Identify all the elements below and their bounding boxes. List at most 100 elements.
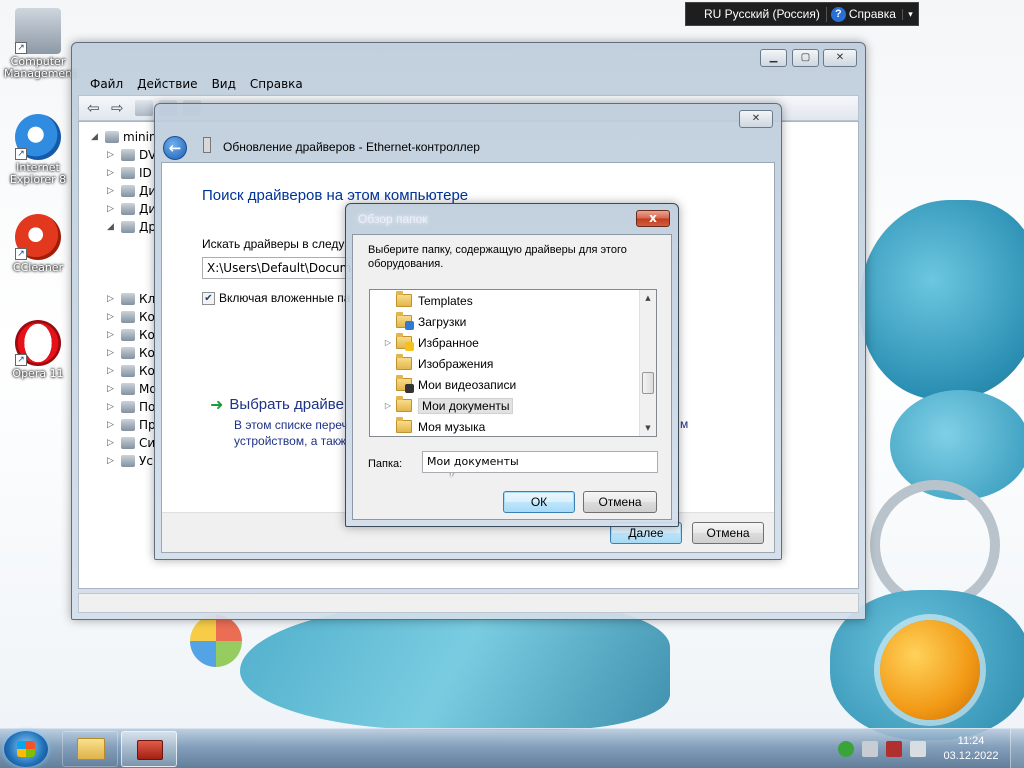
tree-item[interactable]: ▷ Си: [107, 434, 155, 452]
keyboard-icon: [121, 293, 135, 305]
desktop-icon-opera[interactable]: ↗ Opera 11: [4, 320, 72, 380]
include-subfolders-checkbox[interactable]: ✔: [202, 291, 215, 305]
desktop-icon-internet-explorer[interactable]: ↗ Internet Explorer 8: [4, 114, 72, 186]
taskbar-explorer-button[interactable]: [62, 731, 118, 767]
safely-remove-hardware-icon[interactable]: [862, 741, 878, 757]
language-selector[interactable]: RU Русский (Россия): [686, 7, 826, 21]
tree-item[interactable]: ▷ DV: [107, 146, 156, 164]
windows-logo-icon: [17, 741, 35, 757]
menu-action[interactable]: Действие: [137, 77, 197, 91]
tree-item[interactable]: ▷ Ко: [107, 326, 155, 344]
network-disconnected-icon[interactable]: [886, 741, 902, 757]
expand-arrow-icon[interactable]: ▷: [380, 338, 396, 347]
folder-icon: [77, 738, 105, 760]
videos-folder-icon: [396, 375, 414, 393]
tree-item[interactable]: ▷ Ко: [107, 362, 155, 380]
shortcut-arrow-icon: ↗: [15, 148, 27, 160]
taskbar: 11:24 03.12.2022: [0, 728, 1024, 768]
expand-arrow-icon[interactable]: ▷: [380, 401, 396, 410]
tree-item[interactable]: ▷ Ус: [107, 452, 153, 470]
shortcut-arrow-icon: ↗: [15, 248, 27, 260]
tree-item[interactable]: ▷ По: [107, 398, 155, 416]
back-arrow-icon[interactable]: ⇦: [87, 100, 105, 116]
dialog-cancel-button[interactable]: Отмена: [583, 491, 657, 513]
folder-item-music[interactable]: Моя музыка: [380, 416, 485, 436]
scroll-down-arrow-icon[interactable]: ▼: [640, 420, 656, 436]
disk-drive-icon: [121, 185, 135, 197]
tree-item[interactable]: ▷ Кл: [107, 290, 155, 308]
desktop-icon-computer-management[interactable]: ↗ Computer Management: [4, 8, 76, 80]
langbar-help-button[interactable]: ? Справка: [825, 6, 900, 22]
show-desktop-button[interactable]: [1010, 729, 1024, 768]
menu-file[interactable]: Файл: [90, 77, 123, 91]
ethernet-device-icon: [203, 137, 211, 153]
menu-view[interactable]: Вид: [212, 77, 236, 91]
mouse-icon: [121, 383, 135, 395]
volume-icon[interactable]: [910, 741, 926, 757]
taskbar-device-manager-button[interactable]: [121, 731, 177, 767]
properties-tool-icon[interactable]: [135, 100, 153, 116]
include-subfolders-option[interactable]: ✔ Включая вложенные па: [202, 291, 350, 305]
menu-help[interactable]: Справка: [250, 77, 303, 91]
dialog-body: Выберите папку, содержащую драйверы для …: [352, 234, 672, 520]
folder-item-favorites[interactable]: ▷ Избранное: [380, 332, 479, 353]
desktop-icon-ccleaner[interactable]: ↗ CCleaner: [4, 214, 72, 274]
forward-arrow-icon[interactable]: ⇨: [111, 100, 129, 116]
tree-item[interactable]: ▷ Ко: [107, 308, 155, 326]
tree-item[interactable]: ▷ ID: [107, 164, 152, 182]
folder-item-videos[interactable]: Мои видеозаписи: [380, 374, 516, 395]
search-location-label: Искать драйверы в следу: [202, 237, 345, 251]
ok-button[interactable]: ОК: [503, 491, 575, 513]
menu-bar: Файл Действие Вид Справка: [78, 73, 859, 95]
clock[interactable]: 11:24 03.12.2022: [936, 734, 1006, 764]
close-button[interactable]: ✕: [739, 110, 773, 128]
computer-icon: [105, 131, 119, 143]
scroll-up-arrow-icon[interactable]: ▲: [640, 290, 656, 306]
ccleaner-icon: ↗: [15, 214, 61, 260]
tree-item[interactable]: ▷ Ди: [107, 182, 156, 200]
network-icon: [121, 365, 135, 377]
hid-device-icon: [121, 455, 135, 467]
dialog-title: Обзор папок: [358, 212, 428, 226]
computer-icon: [121, 311, 135, 323]
wallpaper-orange-orb: [880, 620, 980, 720]
status-bar: [78, 593, 859, 613]
folder-path-input[interactable]: Мои документы: [422, 451, 658, 473]
dialog-close-button[interactable]: x: [636, 210, 670, 227]
computer-management-icon: ↗: [15, 8, 61, 54]
tree-root[interactable]: ◢ minin: [91, 128, 157, 146]
clock-date: 03.12.2022: [943, 750, 999, 762]
tree-item[interactable]: ▷ Пр: [107, 416, 156, 434]
browse-folder-dialog: Обзор папок x Выберите папку, содержащую…: [345, 203, 679, 527]
folder-tree: Templates Загрузки ▷ Избранное Изображен…: [369, 289, 657, 437]
folder-item-documents[interactable]: ▷ Мои документы: [380, 395, 514, 416]
minimize-button[interactable]: ▁: [760, 49, 787, 67]
folder-item-downloads[interactable]: Загрузки: [380, 311, 466, 332]
pictures-folder-icon: [396, 354, 412, 370]
tree-item[interactable]: ▷ Мо: [107, 380, 157, 398]
security-center-icon[interactable]: [838, 741, 854, 757]
close-button[interactable]: ✕: [823, 49, 857, 67]
langbar-options-icon[interactable]: ▾: [902, 8, 918, 20]
folder-scrollbar[interactable]: ▲ ▼: [639, 290, 656, 436]
pick-driver-link[interactable]: ➜ Выбрать драйве: [210, 395, 344, 414]
tree-item[interactable]: ▷ Ко: [107, 344, 155, 362]
maximize-button[interactable]: ▢: [792, 49, 819, 67]
start-button[interactable]: [4, 731, 48, 767]
tree-item-other-devices[interactable]: ◢ Др: [107, 218, 156, 236]
wizard-cancel-button[interactable]: Отмена: [692, 522, 764, 544]
shortcut-arrow-icon: ↗: [15, 42, 27, 54]
folder-item-pictures[interactable]: Изображения: [380, 353, 493, 374]
scroll-thumb[interactable]: [642, 372, 654, 394]
unknown-device-icon: [121, 221, 135, 233]
folder-item-templates[interactable]: Templates: [380, 290, 473, 311]
storage-controller-icon: [121, 347, 135, 359]
desktop-icon-label: Opera 11: [12, 367, 64, 380]
help-icon: ?: [830, 6, 846, 22]
pick-driver-description: В этом списке переч устройством, а такж: [234, 418, 348, 448]
wallpaper-logo-ball: [190, 615, 242, 667]
back-arrow-icon[interactable]: ←: [163, 136, 187, 160]
port-icon: [121, 401, 135, 413]
tree-item[interactable]: ▷ Ди: [107, 200, 156, 218]
include-subfolders-label: Включая вложенные па: [219, 291, 351, 305]
